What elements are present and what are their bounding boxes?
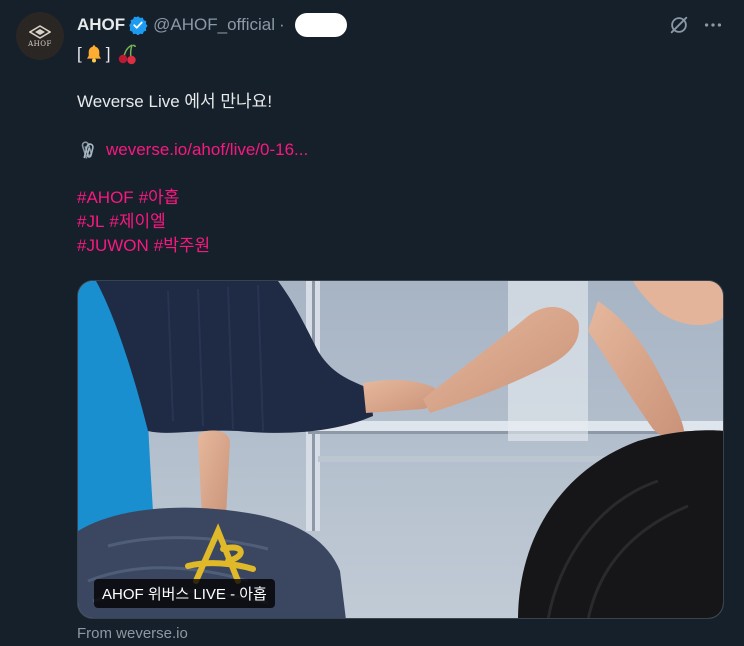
hashtag-ahof-korean[interactable]: #아홉 <box>139 186 180 210</box>
redacted-timestamp <box>294 13 347 37</box>
verified-badge-icon[interactable] <box>128 15 148 35</box>
emoji-line: [ ] <box>77 42 717 66</box>
live-thumbnail-image <box>78 281 723 618</box>
hashtag-ahof[interactable]: #AHOF <box>77 186 134 210</box>
tweet-text: [ ] Weverse Live 에서 만나요! weverse.io/ahof… <box>77 42 717 258</box>
cherries-emoji <box>119 44 137 65</box>
avatar[interactable]: AHOF <box>16 12 64 60</box>
hashtag-jl-korean[interactable]: #제이엘 <box>109 210 165 234</box>
tweet-link[interactable]: weverse.io/ahof/live/0-16... <box>106 138 308 162</box>
hashtag-line: #JL #제이엘 <box>77 210 717 234</box>
hashtag-jl[interactable]: #JL <box>77 210 104 234</box>
hashtag-juwon-korean[interactable]: #박주원 <box>154 234 210 258</box>
avatar-logo-text: AHOF <box>28 39 52 48</box>
media-card[interactable]: AHOF 위버스 LIVE - 아홉 <box>77 280 724 619</box>
linked-paperclips-emoji <box>81 141 94 159</box>
message-line: Weverse Live 에서 만나요! <box>77 92 273 111</box>
hashtag-line: #AHOF #아홉 <box>77 186 717 210</box>
media-caption: AHOF 위버스 LIVE - 아홉 <box>94 579 275 608</box>
tweet-header: AHOF @AHOF_official · <box>77 13 347 37</box>
user-handle[interactable]: @AHOF_official <box>153 15 275 35</box>
grok-icon[interactable] <box>668 14 690 36</box>
link-line: weverse.io/ahof/live/0-16... <box>77 138 717 162</box>
bracket-close: ] <box>105 44 111 63</box>
bracket-open: [ <box>77 44 82 63</box>
display-name[interactable]: AHOF <box>77 15 125 35</box>
hashtag-juwon[interactable]: #JUWON <box>77 234 149 258</box>
bell-emoji <box>86 45 101 63</box>
more-options-icon[interactable] <box>702 14 724 36</box>
link-source[interactable]: From weverse.io <box>77 625 188 642</box>
header-separator: · <box>279 15 285 34</box>
ahof-logo <box>29 24 51 39</box>
hashtag-line: #JUWON #박주원 <box>77 234 717 258</box>
